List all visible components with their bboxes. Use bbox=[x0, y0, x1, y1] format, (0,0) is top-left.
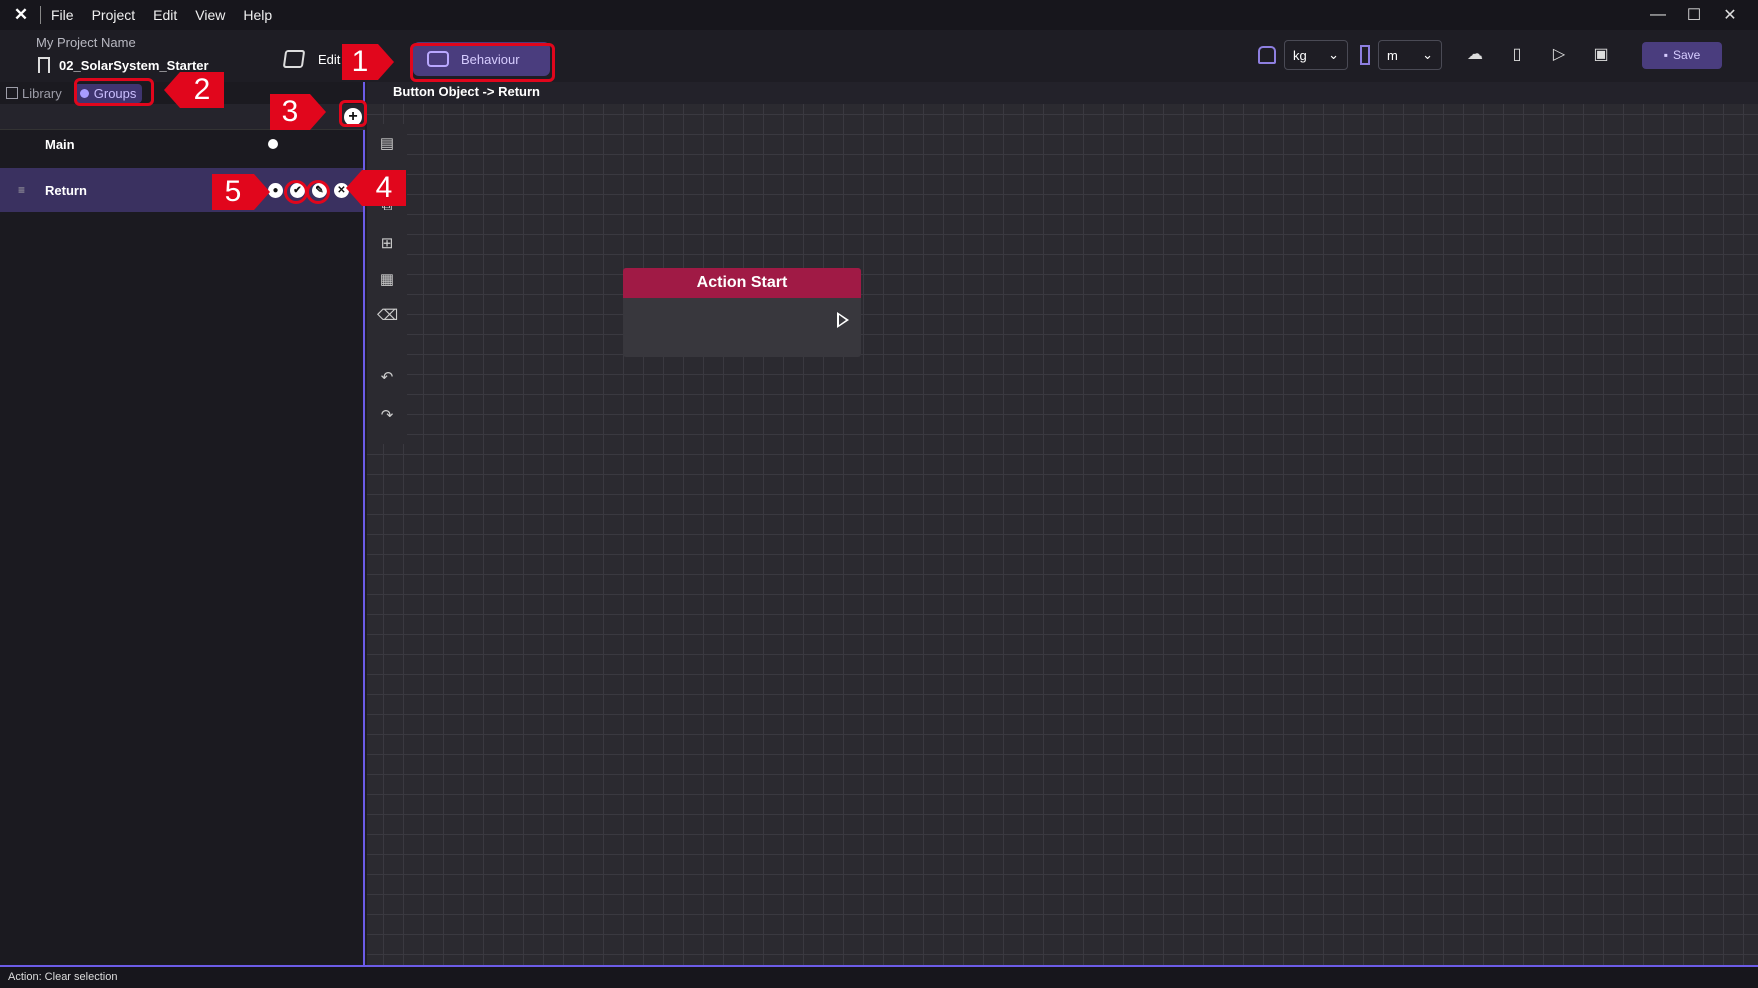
duplicate-icon[interactable]: ⊞ bbox=[377, 234, 397, 254]
layout-icon[interactable]: ▤ bbox=[377, 134, 397, 154]
preview-icon[interactable]: ▣ bbox=[1590, 44, 1612, 66]
play-icon[interactable]: ▷ bbox=[1548, 44, 1570, 66]
highlight-behaviour bbox=[410, 43, 555, 82]
project-name: My Project Name bbox=[36, 35, 136, 50]
window-controls: — ☐ ✕ bbox=[1640, 0, 1748, 30]
highlight-add-button bbox=[339, 100, 367, 127]
annotation-4: 4 bbox=[346, 170, 406, 206]
annotation-1: 1 bbox=[342, 44, 394, 80]
highlight-rename bbox=[306, 180, 330, 204]
weight-unit-value: kg bbox=[1293, 47, 1307, 63]
save-icon: ▪ bbox=[1663, 48, 1668, 62]
app-logo-icon: ✕ bbox=[13, 5, 29, 24]
device-icon[interactable]: ▯ bbox=[1506, 44, 1528, 66]
group-item-label: Return bbox=[45, 182, 87, 198]
drag-handle-icon[interactable]: ≡ bbox=[18, 183, 25, 197]
maximize-icon[interactable]: ☐ bbox=[1676, 5, 1712, 25]
node-title: Action Start bbox=[623, 268, 861, 298]
highlight-confirm bbox=[284, 180, 308, 204]
highlight-groups-tab bbox=[74, 78, 154, 106]
save-button[interactable]: ▪ Save bbox=[1642, 41, 1722, 69]
paste-icon[interactable]: ▦ bbox=[377, 270, 397, 290]
file-name: 02_SolarSystem_Starter bbox=[59, 57, 209, 73]
annotation-3: 3 bbox=[270, 94, 326, 130]
visibility-icon[interactable]: ● bbox=[268, 182, 283, 198]
output-port-icon[interactable] bbox=[837, 312, 849, 328]
edit-icon bbox=[282, 50, 306, 68]
edit-mode-button[interactable]: Edit bbox=[282, 50, 341, 68]
redo-icon[interactable]: ↷ bbox=[377, 406, 397, 426]
minimize-icon[interactable]: — bbox=[1640, 6, 1676, 24]
groups-panel: Library Groups + Main ≡ Return ● ✔ ✎ ✕ bbox=[0, 82, 365, 965]
active-indicator-icon bbox=[268, 139, 278, 149]
save-label: Save bbox=[1672, 48, 1701, 62]
header: My Project Name 02_SolarSystem_Starter E… bbox=[0, 30, 1758, 82]
behaviour-canvas[interactable] bbox=[367, 104, 1758, 965]
breadcrumb: Button Object -> Return bbox=[393, 84, 540, 99]
close-icon[interactable]: ✕ bbox=[1712, 5, 1748, 25]
menu-divider bbox=[40, 6, 41, 24]
action-start-node[interactable]: Action Start bbox=[623, 268, 861, 357]
chevron-down-icon: ⌄ bbox=[1422, 47, 1433, 62]
chevron-down-icon: ⌄ bbox=[1328, 47, 1339, 62]
library-icon bbox=[6, 87, 18, 99]
menu-edit[interactable]: Edit bbox=[153, 7, 177, 23]
tab-library[interactable]: Library bbox=[6, 86, 62, 101]
trash-icon[interactable]: ⌫ bbox=[377, 306, 398, 326]
edit-label: Edit bbox=[318, 51, 341, 67]
cloud-icon[interactable]: ☁ bbox=[1464, 44, 1486, 66]
ruler-icon bbox=[1360, 45, 1370, 65]
length-unit-select[interactable]: m ⌄ bbox=[1378, 40, 1442, 70]
breadcrumb-bar bbox=[367, 82, 1758, 104]
file-name-row: 02_SolarSystem_Starter bbox=[38, 57, 209, 73]
group-item-label: Main bbox=[45, 136, 75, 152]
annotation-2: 2 bbox=[164, 72, 224, 108]
menu-file[interactable]: File bbox=[51, 7, 74, 23]
menu-help[interactable]: Help bbox=[243, 7, 272, 23]
length-unit-value: m bbox=[1387, 47, 1398, 63]
header-toolbar: kg ⌄ m ⌄ ☁ ▯ ▷ ▣ ▪ Save bbox=[1258, 40, 1758, 70]
bookmark-icon bbox=[38, 57, 50, 73]
annotation-5: 5 bbox=[212, 174, 270, 210]
undo-icon[interactable]: ↶ bbox=[377, 368, 397, 388]
tab-library-label: Library bbox=[22, 85, 62, 101]
weight-unit-select[interactable]: kg ⌄ bbox=[1284, 40, 1348, 70]
status-bar: Action: Clear selection bbox=[0, 965, 1758, 988]
menu-view[interactable]: View bbox=[195, 7, 225, 23]
menu-project[interactable]: Project bbox=[92, 7, 136, 23]
weight-icon bbox=[1258, 46, 1276, 64]
app-window: ✕ File Project Edit View Help — ☐ ✕ My P… bbox=[0, 0, 1758, 988]
menu-bar: ✕ File Project Edit View Help — ☐ ✕ bbox=[0, 0, 1758, 30]
